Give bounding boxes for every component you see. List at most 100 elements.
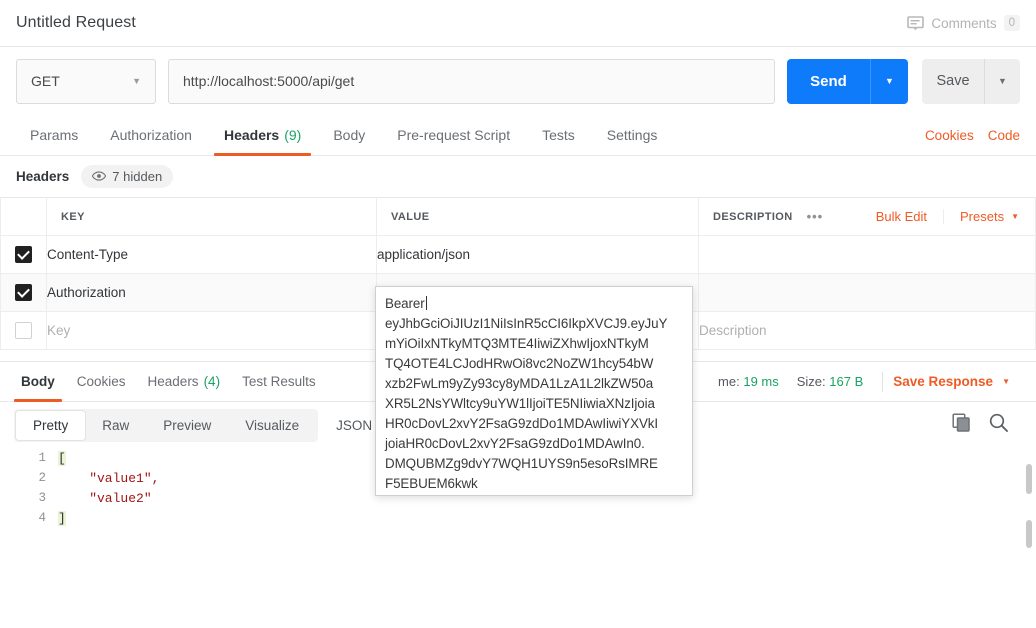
tab-body-label: Body bbox=[333, 127, 366, 143]
scrollbar-thumb[interactable] bbox=[1026, 464, 1032, 494]
headers-table-header-row: KEY VALUE DESCRIPTION ••• Bulk Edit Pres… bbox=[0, 197, 1036, 236]
row-checkbox-cell bbox=[0, 273, 47, 312]
token-line: XR5L2NsYWltcy9uYW1lIjoiTE5NIiwiaXNzIjoia bbox=[385, 396, 655, 411]
column-header-key: KEY bbox=[46, 197, 377, 236]
tab-headers-label: Headers bbox=[223, 127, 280, 143]
authorization-value-editor[interactable]: Bearer eyJhbGciOiJIUzI1NiIsInR5cCI6IkpXV… bbox=[375, 286, 693, 496]
comments-label[interactable]: Comments bbox=[931, 16, 996, 31]
column-header-description-cell: DESCRIPTION ••• Bulk Edit Presets ▼ bbox=[698, 197, 1036, 236]
code-line: 4 ] bbox=[0, 508, 1036, 528]
response-format-tabs: Pretty Raw Preview Visualize bbox=[14, 408, 319, 442]
response-tab-headers[interactable]: Headers (4) bbox=[137, 362, 232, 401]
line-number: 1 bbox=[38, 451, 46, 465]
token-line: xzb2FwLm9yZy93cy8yMDA1LzA1L2lkZW50a bbox=[385, 376, 654, 391]
tab-settings-label: Settings bbox=[606, 127, 658, 143]
bulk-edit-button[interactable]: Bulk Edit bbox=[860, 209, 944, 224]
search-icon[interactable] bbox=[989, 413, 1008, 437]
row-key[interactable]: Key bbox=[46, 311, 377, 350]
save-options-button[interactable]: ▼ bbox=[984, 58, 1020, 104]
table-row[interactable]: Content-Type application/json bbox=[0, 235, 1036, 274]
format-tab-preview[interactable]: Preview bbox=[146, 411, 228, 440]
save-button-group: Save ▼ bbox=[922, 58, 1020, 104]
response-tab-cookies[interactable]: Cookies bbox=[66, 362, 137, 401]
row-key[interactable]: Authorization bbox=[46, 273, 377, 312]
row-checkbox[interactable] bbox=[15, 245, 32, 263]
headers-section-label: Headers bbox=[16, 169, 70, 184]
line-number: 2 bbox=[38, 471, 46, 485]
divider bbox=[882, 371, 884, 392]
presets-button[interactable]: Presets ▼ bbox=[944, 209, 1021, 224]
tab-pre-request-script[interactable]: Pre-request Script bbox=[381, 115, 526, 155]
response-size: Size: 167 B bbox=[788, 374, 873, 389]
row-description[interactable]: Description bbox=[698, 311, 1036, 350]
code-text: "value2" bbox=[58, 490, 152, 506]
send-button[interactable]: Send bbox=[787, 58, 870, 104]
response-tab-test-results[interactable]: Test Results bbox=[231, 362, 327, 401]
response-tab-headers-count: (4) bbox=[203, 374, 221, 389]
hidden-headers-toggle[interactable]: 7 hidden bbox=[81, 165, 174, 188]
scrollbar-thumb-secondary[interactable] bbox=[1026, 520, 1032, 548]
request-url-input[interactable] bbox=[168, 58, 775, 104]
token-line: HR0cDovL2xvY2FsaG9zdDo1MDAwIiwiYXVkI bbox=[385, 416, 658, 431]
response-tab-body-label: Body bbox=[21, 374, 55, 389]
column-header-description: DESCRIPTION bbox=[713, 210, 793, 223]
tab-tests-label: Tests bbox=[542, 127, 575, 143]
hidden-headers-label: 7 hidden bbox=[112, 169, 163, 184]
more-options-icon[interactable]: ••• bbox=[807, 209, 824, 224]
response-tab-headers-label: Headers bbox=[147, 374, 199, 389]
tab-settings[interactable]: Settings bbox=[591, 115, 674, 155]
column-header-value: VALUE bbox=[376, 197, 699, 236]
save-response-button[interactable]: Save Response ▼ bbox=[893, 374, 1026, 389]
row-description[interactable] bbox=[698, 273, 1036, 312]
token-line: eyJhbGciOiJIUzI1NiIsInR5cCI6IkpXVCJ9.eyJ… bbox=[385, 316, 668, 331]
format-tab-visualize[interactable]: Visualize bbox=[228, 411, 316, 440]
response-tab-body[interactable]: Body bbox=[10, 362, 66, 402]
token-line-text: Bearer bbox=[385, 296, 425, 311]
row-checkbox[interactable] bbox=[15, 321, 32, 339]
code-text: ] bbox=[58, 510, 66, 526]
tab-authorization[interactable]: Authorization bbox=[94, 115, 208, 155]
request-tab-bar: Params Authorization Headers (9) Body Pr… bbox=[0, 115, 1036, 156]
copy-icon[interactable] bbox=[952, 413, 971, 437]
response-size-value: 167 B bbox=[829, 374, 864, 389]
token-line: DMQUBMZg9dvY7WQH1UYS9n5esoRsIMRE bbox=[385, 456, 658, 471]
comments-icon[interactable] bbox=[907, 15, 925, 31]
token-line: mYiOiIxNTkyMTQ3MTE4IiwiZXhwIjoxNTkyM bbox=[385, 336, 649, 351]
save-response-label: Save Response bbox=[893, 374, 994, 389]
row-description[interactable] bbox=[698, 235, 1036, 274]
tab-params[interactable]: Params bbox=[14, 115, 94, 155]
request-tabs-links: Cookies Code bbox=[925, 115, 1022, 155]
chevron-down-icon: ▼ bbox=[132, 76, 141, 86]
postman-request-window: Untitled Request Comments 0 GET ▼ Send ▼ bbox=[0, 0, 1036, 628]
headers-sub-bar: Headers 7 hidden bbox=[0, 156, 1036, 197]
code-text: [ bbox=[58, 450, 66, 466]
response-time: me: 19 ms bbox=[709, 374, 788, 389]
presets-label: Presets bbox=[960, 209, 1005, 224]
save-button[interactable]: Save bbox=[922, 58, 984, 104]
code-link[interactable]: Code bbox=[988, 128, 1020, 143]
row-value[interactable]: application/json bbox=[376, 235, 699, 274]
page-title: Untitled Request bbox=[16, 14, 136, 31]
cookies-link[interactable]: Cookies bbox=[925, 128, 974, 143]
response-meta: me: 19 ms Size: 167 B Save Response ▼ bbox=[709, 362, 1026, 401]
response-scrollbar[interactable] bbox=[1024, 458, 1034, 622]
tab-headers[interactable]: Headers (9) bbox=[208, 115, 317, 156]
titlebar-actions: Comments 0 bbox=[907, 15, 1020, 31]
row-checkbox[interactable] bbox=[15, 283, 32, 301]
eye-icon bbox=[92, 169, 107, 184]
row-checkbox-cell bbox=[0, 311, 47, 350]
format-tab-pretty[interactable]: Pretty bbox=[16, 410, 86, 440]
tab-tests[interactable]: Tests bbox=[526, 115, 591, 155]
send-options-button[interactable]: ▼ bbox=[870, 58, 908, 104]
comments-count-badge: 0 bbox=[1003, 15, 1020, 31]
http-method-select[interactable]: GET ▼ bbox=[16, 58, 156, 104]
row-key[interactable]: Content-Type bbox=[46, 235, 377, 274]
chevron-down-icon: ▼ bbox=[1011, 212, 1019, 221]
tab-body[interactable]: Body bbox=[317, 115, 381, 155]
select-all-cell bbox=[0, 197, 47, 236]
token-line: F5EBUEM6kwk bbox=[385, 476, 478, 491]
format-tab-raw[interactable]: Raw bbox=[85, 411, 146, 440]
tab-headers-count: (9) bbox=[284, 127, 302, 143]
content-type-label: JSON bbox=[336, 417, 373, 433]
response-size-label: Size: bbox=[796, 374, 826, 389]
